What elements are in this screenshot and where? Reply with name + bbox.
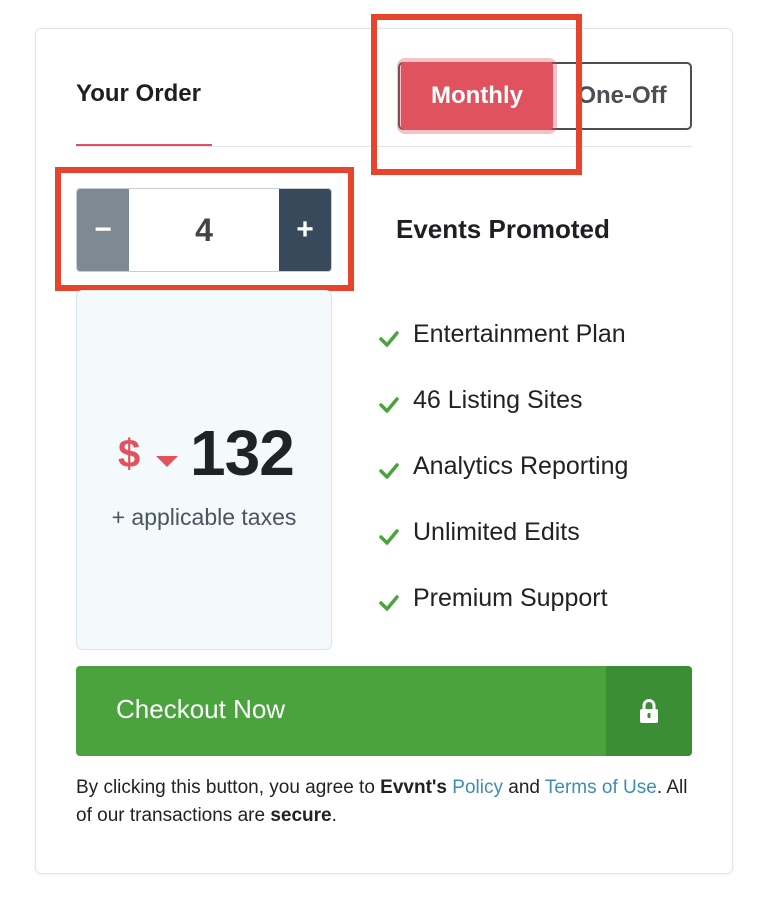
annotation-highlight-billing xyxy=(371,14,582,175)
check-icon xyxy=(379,397,399,413)
policy-link[interactable]: Policy xyxy=(452,777,503,798)
legal-notice: By clicking this button, you agree to Ev… xyxy=(76,774,696,830)
feature-label: Premium Support xyxy=(413,584,608,612)
check-icon xyxy=(379,331,399,347)
order-title: Your Order xyxy=(76,80,201,107)
currency-caret-icon[interactable] xyxy=(156,456,178,467)
check-icon xyxy=(379,463,399,479)
price-amount: 132 xyxy=(190,417,295,489)
feature-label: 46 Listing Sites xyxy=(413,386,583,414)
legal-end: . xyxy=(331,805,337,826)
events-promoted-label: Events Promoted xyxy=(396,214,610,244)
lock-icon xyxy=(640,699,658,723)
terms-of-use-link[interactable]: Terms of Use xyxy=(545,777,657,798)
feature-label: Entertainment Plan xyxy=(413,320,626,348)
feature-label: Analytics Reporting xyxy=(413,452,629,480)
annotation-highlight-stepper xyxy=(55,167,354,291)
checkout-now-button[interactable]: Checkout Now xyxy=(76,666,692,756)
legal-and: and xyxy=(502,777,545,798)
legal-prefix: By clicking this button, you agree to xyxy=(76,777,381,798)
secure-text: secure xyxy=(270,805,332,826)
checkout-lock-area xyxy=(606,666,692,756)
currency-selector[interactable]: $ xyxy=(118,432,140,477)
check-icon xyxy=(379,529,399,545)
taxes-note: + applicable taxes xyxy=(111,504,297,530)
check-icon xyxy=(379,595,399,611)
brand-name: Evvnt's xyxy=(380,777,447,798)
checkout-label: Checkout Now xyxy=(116,694,286,724)
feature-label: Unlimited Edits xyxy=(413,518,580,546)
